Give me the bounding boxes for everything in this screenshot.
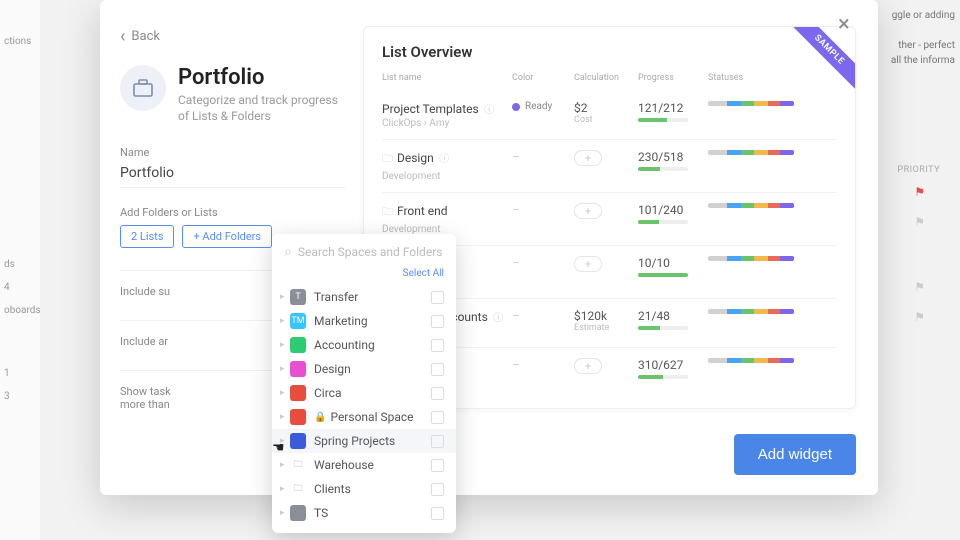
status-bar xyxy=(708,309,794,314)
dropdown-item-label: Transfer xyxy=(314,290,358,304)
checkbox[interactable] xyxy=(431,363,444,376)
bg-text: ther - perfect xyxy=(898,40,955,51)
caret-icon: ▸ xyxy=(280,412,288,422)
bg-priority-header: PRIORITY xyxy=(897,165,940,175)
checkbox[interactable] xyxy=(431,315,444,328)
preview-row[interactable]: Project Templates ⓘClickOps › AmyReady$2… xyxy=(382,91,837,139)
info-icon: ⓘ xyxy=(491,313,503,324)
checkbox[interactable] xyxy=(431,387,444,400)
dropdown-item-label: Spring Projects xyxy=(314,434,395,448)
space-icon: T xyxy=(290,289,306,305)
dropdown-item-label: Circa xyxy=(314,386,342,400)
add-calc-button[interactable]: + xyxy=(574,358,602,374)
dropdown-item-label: Clients xyxy=(314,482,351,496)
dropdown-item[interactable]: ▸ 🔒 Personal Space xyxy=(272,405,456,429)
folder-icon: 🗀 xyxy=(382,205,393,218)
dropdown-item[interactable]: ▸ Design xyxy=(272,357,456,381)
dropdown-item[interactable]: ▸ Accounting xyxy=(272,333,456,357)
checkbox[interactable] xyxy=(431,411,444,424)
dropdown-item-label: TS xyxy=(314,506,328,520)
add-lists-label: Add Folders or Lists xyxy=(120,206,345,219)
caret-icon: ▸ xyxy=(280,508,288,518)
dropdown-item[interactable]: ▸ TS xyxy=(272,501,456,525)
search-input[interactable]: Search Spaces and Folders xyxy=(272,244,456,268)
dropdown-item[interactable]: ▸Spring Projects xyxy=(272,429,456,453)
dropdown-item[interactable]: ▸ Circa xyxy=(272,381,456,405)
add-calc-button[interactable]: + xyxy=(574,256,602,272)
dropdown-item[interactable]: ▸🗀 Warehouse xyxy=(272,453,456,477)
modal-subtitle: Categorize and track progress of Lists &… xyxy=(178,93,345,124)
caret-icon: ▸ xyxy=(280,316,288,326)
preview-title: List Overview xyxy=(382,43,837,61)
back-link[interactable]: Back xyxy=(120,26,345,47)
checkbox[interactable] xyxy=(431,291,444,304)
space-icon xyxy=(290,385,306,401)
space-folder-dropdown: Search Spaces and Folders Select All ▸TT… xyxy=(272,234,456,533)
caret-icon: ▸ xyxy=(280,484,288,494)
add-folders-button[interactable]: + Add Folders xyxy=(182,225,272,248)
close-icon[interactable]: × xyxy=(838,14,862,38)
modal-title: Portfolio xyxy=(178,65,345,90)
checkbox[interactable] xyxy=(431,507,444,520)
flag-icon: ⚑ xyxy=(914,280,925,294)
dropdown-item[interactable]: ▸TM Marketing xyxy=(272,309,456,333)
caret-icon: ▸ xyxy=(280,460,288,470)
checkbox[interactable] xyxy=(431,339,444,352)
space-icon xyxy=(290,361,306,377)
folder-icon: 🗀 xyxy=(382,152,393,165)
caret-icon: ▸ xyxy=(280,340,288,350)
flag-icon: ⚑ xyxy=(914,215,925,229)
portfolio-icon xyxy=(120,65,166,111)
space-icon xyxy=(290,409,306,425)
space-icon xyxy=(290,433,306,449)
bg-text: ggle or adding xyxy=(892,10,955,21)
add-calc-button[interactable]: + xyxy=(574,203,602,219)
dropdown-item[interactable]: ▸🗀 Clients xyxy=(272,477,456,501)
folder-icon: 🗀 xyxy=(290,457,306,473)
status-bar xyxy=(708,358,794,363)
status-bar xyxy=(708,150,794,155)
portfolio-modal: × Back Portfolio Categorize and track pr… xyxy=(100,0,878,495)
folder-icon: 🗀 xyxy=(290,481,306,497)
dropdown-item-label: Personal Space xyxy=(330,410,413,424)
info-icon: ⓘ xyxy=(437,154,449,165)
cursor-icon: ☚ xyxy=(272,440,285,456)
preview-col-headers: List name Color Calculation Progress Sta… xyxy=(382,73,837,83)
add-calc-button[interactable]: + xyxy=(574,150,602,166)
dropdown-item[interactable]: ▸T Transfer xyxy=(272,285,456,309)
space-icon: TM xyxy=(290,313,306,329)
status-bar xyxy=(708,203,794,208)
caret-icon: ▸ xyxy=(280,364,288,374)
info-icon: ⓘ xyxy=(482,105,494,116)
flag-icon: ⚑ xyxy=(914,185,925,199)
checkbox[interactable] xyxy=(431,435,444,448)
status-bar xyxy=(708,101,794,106)
add-widget-button[interactable]: Add widget xyxy=(734,434,856,475)
checkbox[interactable] xyxy=(431,459,444,472)
lists-count-pill[interactable]: 2 Lists xyxy=(120,225,174,248)
checkbox[interactable] xyxy=(431,483,444,496)
dropdown-item-label: Marketing xyxy=(314,314,368,328)
space-icon xyxy=(290,337,306,353)
dropdown-item-label: Design xyxy=(314,362,351,376)
caret-icon: ▸ xyxy=(280,292,288,302)
preview-row[interactable]: 🗀Design ⓘDevelopment–+230/518 xyxy=(382,139,837,192)
bg-text: all the informa xyxy=(891,55,955,66)
dropdown-item-label: Accounting xyxy=(314,338,375,352)
name-input[interactable]: Portfolio xyxy=(120,165,345,188)
flag-icon: ⚑ xyxy=(914,310,925,324)
status-bar xyxy=(708,256,794,261)
name-label: Name xyxy=(120,146,345,159)
bg-sidebar: ctions ds 4 oboards 1 3 xyxy=(0,0,40,540)
space-icon xyxy=(290,505,306,521)
caret-icon: ▸ xyxy=(280,388,288,398)
select-all-link[interactable]: Select All xyxy=(272,268,456,285)
lock-icon: 🔒 xyxy=(314,412,326,423)
dropdown-item-label: Warehouse xyxy=(314,458,374,472)
